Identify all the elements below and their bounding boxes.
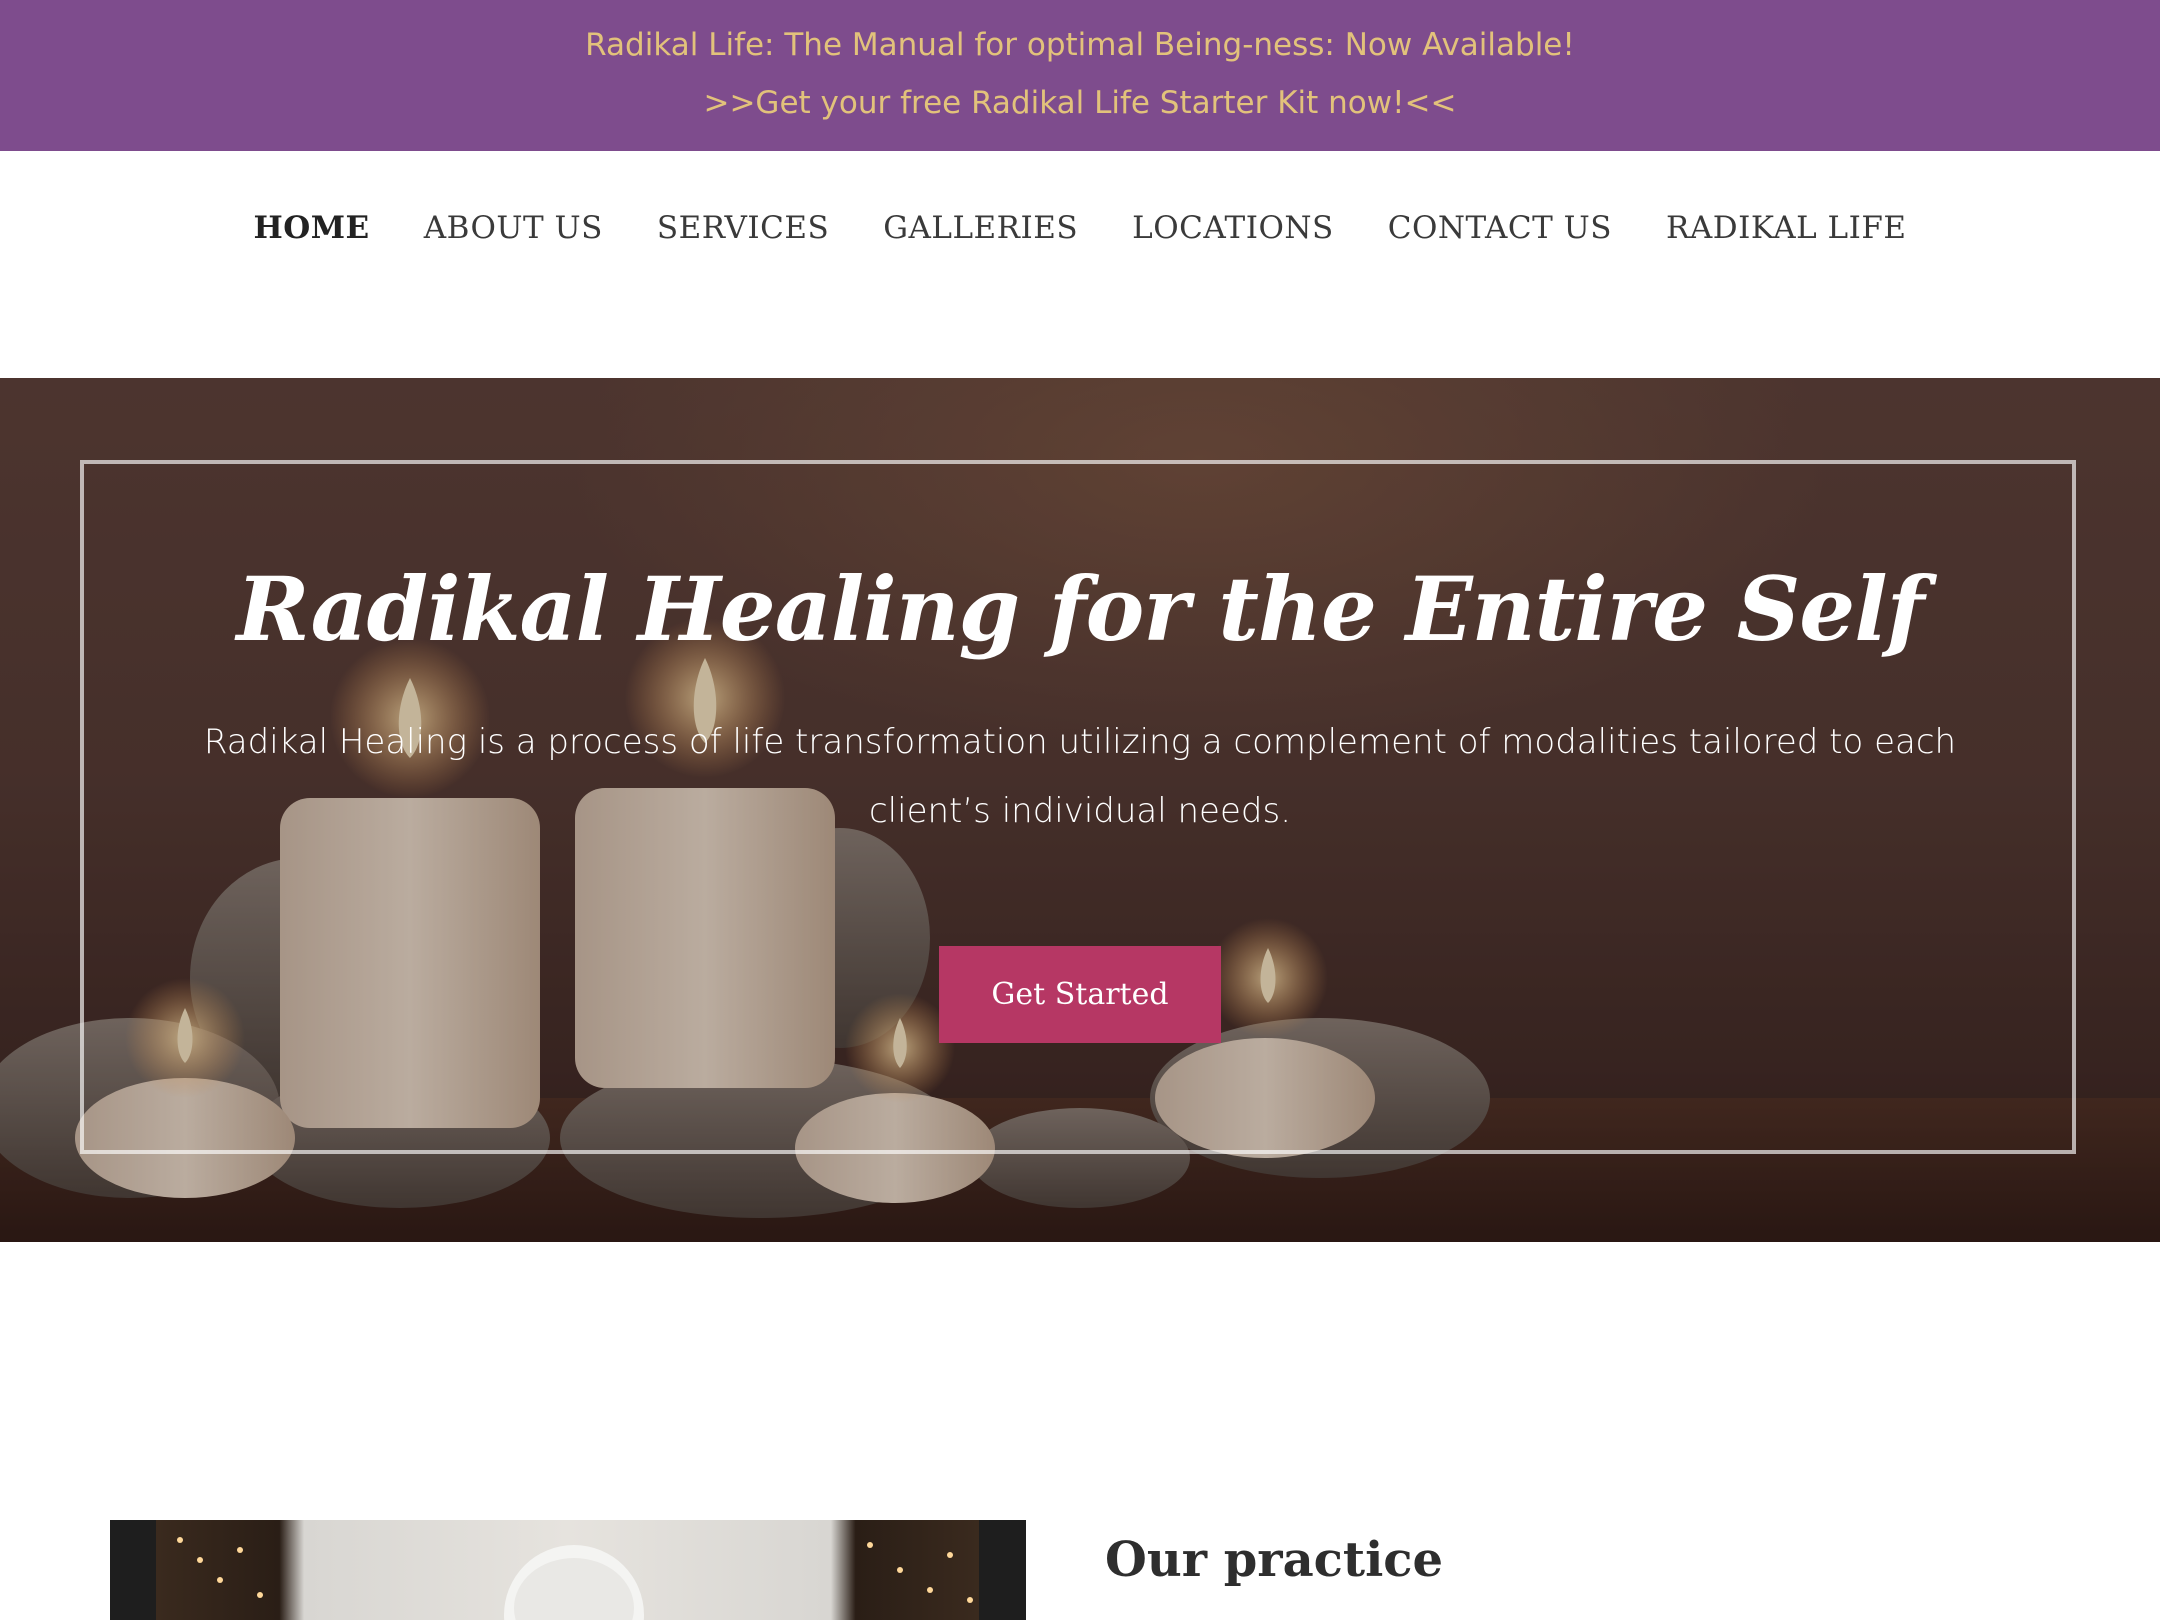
hero-section: Radikal Healing for the Entire Self Radi…	[0, 378, 2160, 1242]
practitioner-figure	[177, 1537, 973, 1620]
nav-item-galleries[interactable]: GALLERIES	[856, 203, 1105, 253]
practitioner-photo	[110, 1520, 1026, 1620]
nav-item-services[interactable]: SERVICES	[630, 203, 856, 253]
starter-kit-link[interactable]: >>Get your free Radikal Life Starter Kit…	[703, 85, 1456, 121]
starter-kit-link-wrapper: >>Get your free Radikal Life Starter Kit…	[0, 80, 2160, 126]
announcement-bar: Radikal Life: The Manual for optimal Bei…	[0, 0, 2160, 151]
hero-description: Radikal Healing is a process of life tra…	[203, 722, 1957, 831]
nav-menu: HOME ABOUT US SERVICES GALLERIES LOCATIO…	[0, 203, 2160, 253]
nav-item-home[interactable]: HOME	[226, 203, 396, 253]
practice-title: Our practice	[1105, 1532, 1444, 1588]
get-started-button[interactable]: Get Started	[939, 946, 1221, 1043]
nav-item-locations[interactable]: LOCATIONS	[1105, 203, 1361, 253]
nav-item-about-us[interactable]: ABOUT US	[397, 203, 630, 253]
nav-item-radikal-life[interactable]: RADIKAL LIFE	[1639, 203, 1934, 253]
announcement-text: Radikal Life: The Manual for optimal Bei…	[585, 27, 1575, 63]
hero-title: Radikal Healing for the Entire Self	[236, 557, 1924, 661]
nav-item-contact-us[interactable]: CONTACT US	[1361, 203, 1639, 253]
main-navigation: HOME ABOUT US SERVICES GALLERIES LOCATIO…	[0, 151, 2160, 378]
